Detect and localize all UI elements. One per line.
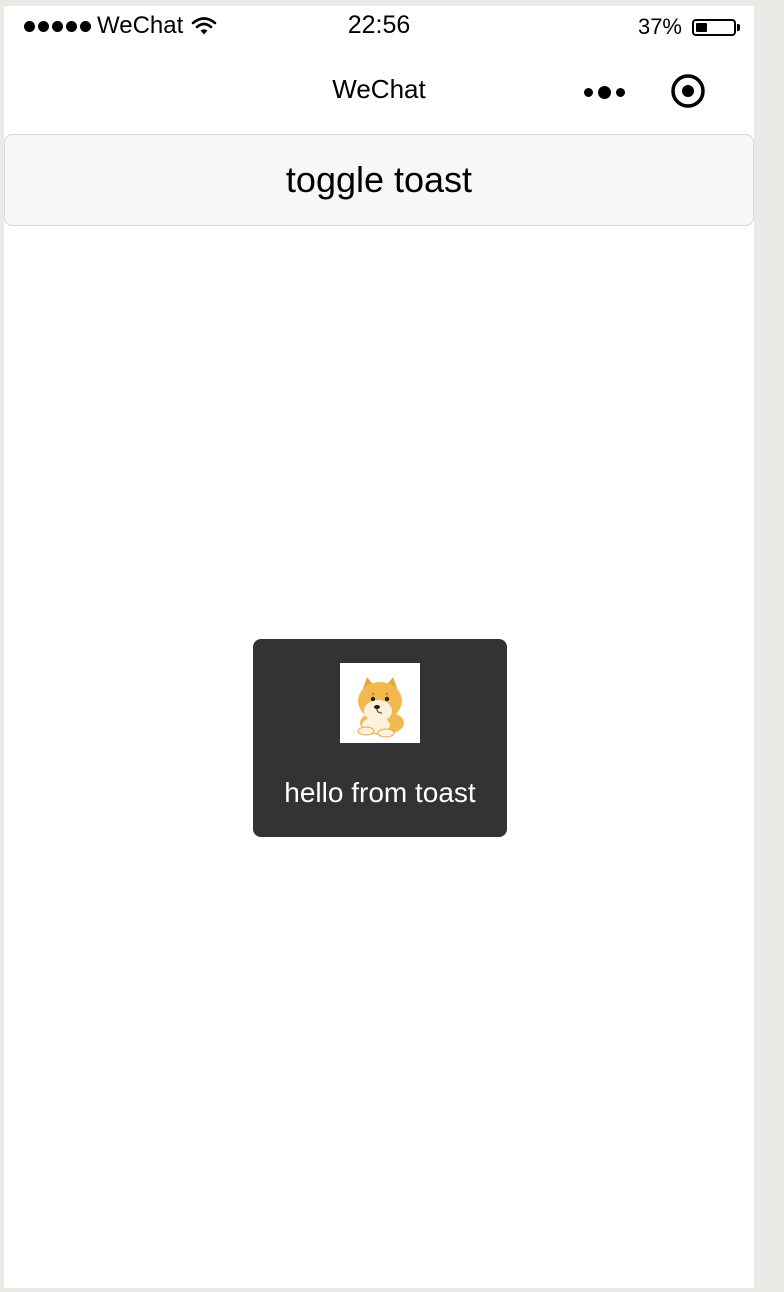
status-bar: WeChat 22:56 37% (4, 6, 754, 46)
nav-title: WeChat (332, 74, 426, 104)
battery-tip (737, 23, 740, 31)
battery-percent: 37% (637, 14, 682, 39)
battery-group: 37% (638, 14, 740, 40)
nav-bar: WeChat (4, 46, 754, 134)
toast: hello from toast (253, 639, 507, 837)
battery-fill (696, 22, 707, 32)
toast-text: hello from toast (284, 777, 476, 808)
more-icon[interactable] (578, 76, 630, 108)
phone-screen: WeChat 22:56 37% WeChat toggle toast hel… (4, 6, 754, 1288)
toggle-toast-button[interactable]: toggle toast (4, 134, 754, 226)
doge-icon (340, 663, 420, 743)
close-target-icon[interactable] (670, 73, 706, 109)
battery-icon (692, 18, 736, 36)
